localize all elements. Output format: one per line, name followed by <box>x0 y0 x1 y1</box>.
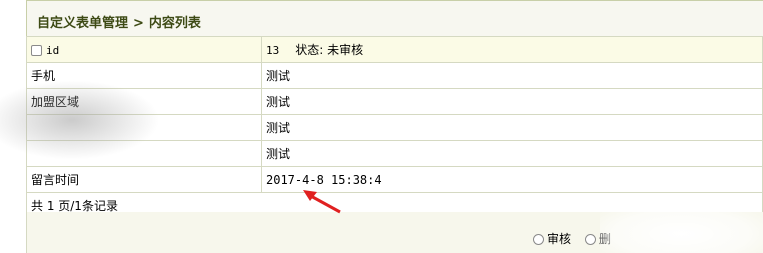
row4-value: 测试 <box>261 114 763 141</box>
annotation-arrow-icon <box>303 190 341 214</box>
breadcrumb-separator: > <box>133 16 144 31</box>
row-select-checkbox[interactable] <box>31 44 42 56</box>
row5-value: 测试 <box>261 140 763 167</box>
region-value: 测试 <box>261 88 763 115</box>
redaction-blur-right <box>600 205 763 253</box>
id-label: id <box>46 43 60 57</box>
phone-value: 测试 <box>261 62 763 89</box>
approve-label: 审核 <box>547 232 572 246</box>
redaction-blur <box>0 80 160 160</box>
approve-option[interactable]: 审核 <box>533 230 571 247</box>
status-label: 状态: <box>295 43 324 57</box>
id-value-cell: 13 状态: 未审核 <box>261 36 763 63</box>
breadcrumb-section[interactable]: 自定义表单管理 <box>37 16 128 31</box>
table-row-time: 留言时间 2017-4-8 15:38:4 <box>26 166 763 193</box>
page-header: 自定义表单管理 > 内容列表 <box>26 0 763 36</box>
time-label: 留言时间 <box>26 166 262 193</box>
breadcrumb-current: 内容列表 <box>148 16 201 31</box>
breadcrumb: 自定义表单管理 > 内容列表 <box>37 12 201 31</box>
approve-radio[interactable] <box>533 234 544 245</box>
id-label-cell: id <box>26 36 262 63</box>
status-value: 未审核 <box>327 43 364 57</box>
id-value: 13 <box>266 44 280 57</box>
delete-radio[interactable] <box>585 234 596 245</box>
table-row-id: id 13 状态: 未审核 <box>26 36 763 63</box>
